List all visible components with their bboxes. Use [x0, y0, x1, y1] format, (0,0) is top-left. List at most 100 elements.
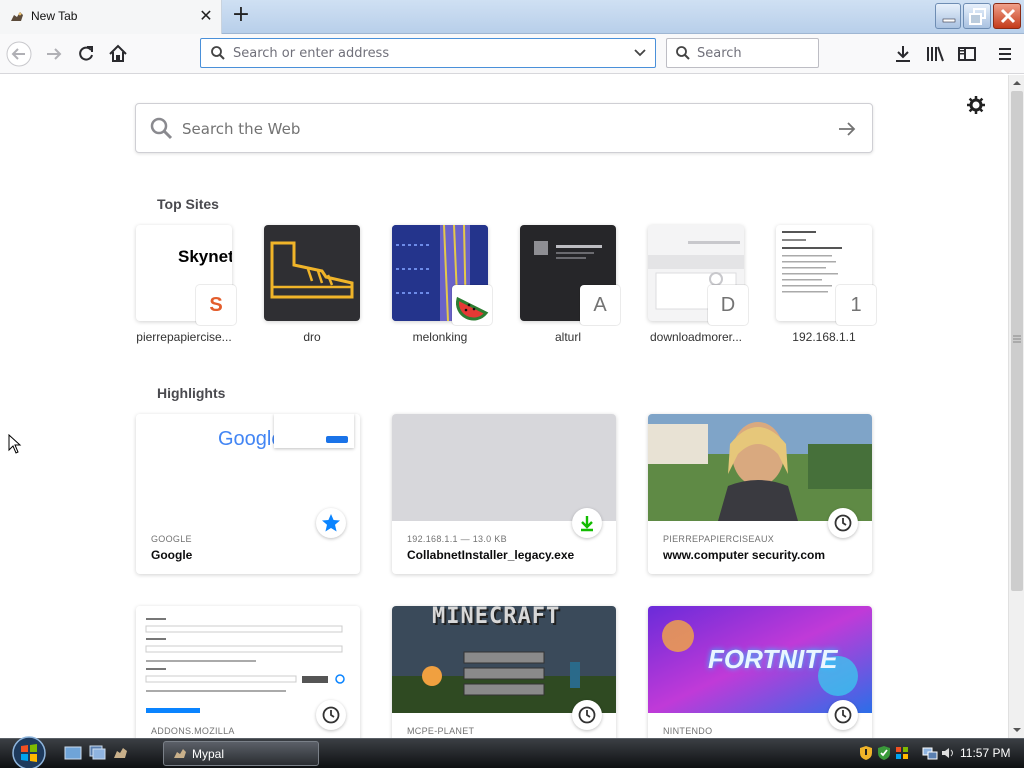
- library-button[interactable]: [922, 41, 948, 67]
- home-icon: [109, 44, 127, 62]
- mypal-app-icon: [174, 749, 186, 758]
- card-title: www.computer security.com: [663, 548, 826, 562]
- card-badge: [572, 700, 602, 730]
- address-bar[interactable]: Search or enter address: [200, 38, 656, 68]
- site-badge: [452, 285, 492, 325]
- highlight-card[interactable]: PIERREPAPIERCISEAUX www.computer securit…: [648, 414, 872, 574]
- system-clock[interactable]: 11:57 PM: [960, 746, 1010, 760]
- site-label: 192.168.1.1: [792, 330, 856, 344]
- site-label: alturl: [554, 330, 581, 344]
- card-thumbnail: MINECRAFT: [392, 606, 616, 713]
- card-badge: [828, 700, 858, 730]
- taskbar-window-button[interactable]: Mypal: [163, 741, 319, 766]
- card-thumbnail: [392, 414, 616, 521]
- library-icon: [927, 46, 944, 62]
- boot-icon: [270, 241, 354, 299]
- photo-person-icon: [648, 414, 872, 521]
- highlight-card[interactable]: Google GOOGLE Google: [136, 414, 360, 574]
- home-button[interactable]: [105, 41, 131, 67]
- back-button[interactable]: [6, 41, 32, 67]
- start-button-icon[interactable]: [10, 736, 48, 768]
- navigation-toolbar: Search or enter address Search: [0, 34, 1024, 74]
- site-label: downloadmorer...: [649, 330, 743, 344]
- mouse-cursor-icon: [8, 434, 22, 454]
- volume-icon[interactable]: [940, 745, 956, 761]
- sidebar-button[interactable]: [954, 41, 980, 67]
- scrollbar-thumb[interactable]: [1011, 91, 1023, 591]
- clock-icon: [834, 514, 852, 532]
- web-search-box[interactable]: Search the Web: [135, 103, 873, 153]
- scroll-down-icon[interactable]: [1012, 725, 1022, 735]
- form-page-icon: [145, 618, 345, 713]
- tab-new-tab[interactable]: New Tab ✕: [0, 0, 222, 34]
- search-icon: [150, 117, 173, 140]
- close-window-button[interactable]: [993, 3, 1021, 29]
- card-context: 192.168.1.1 — 13.0 KB: [407, 534, 507, 544]
- reload-icon: [79, 46, 93, 61]
- title-bar: New Tab ✕ +: [0, 0, 1024, 34]
- vertical-scrollbar[interactable]: [1008, 75, 1024, 738]
- checkmark-shield-icon[interactable]: [876, 745, 892, 761]
- downloads-button[interactable]: [890, 41, 916, 67]
- clock-icon: [834, 706, 852, 724]
- taskbar-window-label: Mypal: [192, 747, 225, 761]
- card-badge: [572, 508, 602, 538]
- site-thumbnail: [264, 225, 360, 321]
- download-icon: [581, 516, 593, 532]
- show-desktop-icon[interactable]: [64, 744, 82, 762]
- close-tab-icon[interactable]: ✕: [198, 7, 214, 25]
- forward-button[interactable]: [42, 41, 68, 67]
- download-icon: [896, 46, 910, 62]
- card-context: NINTENDO: [663, 726, 713, 736]
- card-badge: [828, 508, 858, 538]
- site-label: melonking: [412, 330, 468, 344]
- site-badge: D: [708, 285, 748, 325]
- minimize-button[interactable]: [935, 3, 961, 29]
- thumbnail-logo-text: MINECRAFT: [432, 606, 561, 629]
- search-placeholder: Search: [697, 46, 742, 61]
- scroll-up-icon[interactable]: [1012, 78, 1022, 88]
- network-icon[interactable]: [922, 745, 938, 761]
- reload-button[interactable]: [73, 41, 99, 67]
- card-title: Google: [151, 548, 193, 562]
- highlight-card[interactable]: MINECRAFT MCPE-PLANET: [392, 606, 616, 738]
- highlight-card[interactable]: ADDONS.MOZILLA: [136, 606, 360, 738]
- menu-button[interactable]: [992, 41, 1018, 67]
- mypal-favicon-icon: [11, 12, 23, 21]
- thumbnail-logo-text: Skynet: [178, 247, 232, 266]
- new-tab-button[interactable]: +: [230, 4, 252, 28]
- windows-flag-icon[interactable]: [894, 745, 910, 761]
- gear-icon[interactable]: [966, 95, 986, 115]
- security-shield-icon[interactable]: [858, 745, 874, 761]
- new-tab-page: Search the Web Top Sites Skynet S pierre…: [0, 75, 1008, 738]
- star-icon: [322, 514, 340, 532]
- popup-button: [326, 436, 348, 443]
- hamburger-menu-icon: [999, 48, 1011, 60]
- highlight-card[interactable]: FORTNITE NINTENDO: [648, 606, 872, 738]
- tab-title: New Tab: [31, 9, 78, 23]
- mypal-quicklaunch-icon[interactable]: [112, 744, 130, 762]
- card-context: MCPE-PLANET: [407, 726, 475, 736]
- top-sites-heading: Top Sites: [157, 196, 219, 212]
- site-label: pierrepapiercise...: [136, 330, 232, 344]
- highlight-card[interactable]: 192.168.1.1 — 13.0 KB CollabnetInstaller…: [392, 414, 616, 574]
- card-thumbnail: Google: [136, 414, 360, 521]
- search-icon: [676, 46, 690, 60]
- site-badge: 1: [836, 285, 876, 325]
- thumbnail-logo-text: Google: [218, 428, 283, 450]
- card-title: CollabnetInstaller_legacy.exe: [407, 548, 575, 562]
- chevron-down-icon[interactable]: [633, 47, 647, 59]
- card-thumbnail: [648, 414, 872, 521]
- switch-windows-icon[interactable]: [88, 744, 106, 762]
- arrow-right-icon[interactable]: [838, 121, 856, 137]
- search-icon: [211, 46, 225, 60]
- card-thumbnail: FORTNITE: [648, 606, 872, 713]
- back-arrow-icon: [6, 41, 32, 67]
- card-badge: [316, 700, 346, 730]
- card-badge: [316, 508, 346, 538]
- restore-button[interactable]: [963, 3, 991, 29]
- search-bar[interactable]: Search: [666, 38, 819, 68]
- site-label: dro: [303, 330, 321, 344]
- grip-icon: [1013, 335, 1021, 343]
- site-badge: S: [196, 285, 236, 325]
